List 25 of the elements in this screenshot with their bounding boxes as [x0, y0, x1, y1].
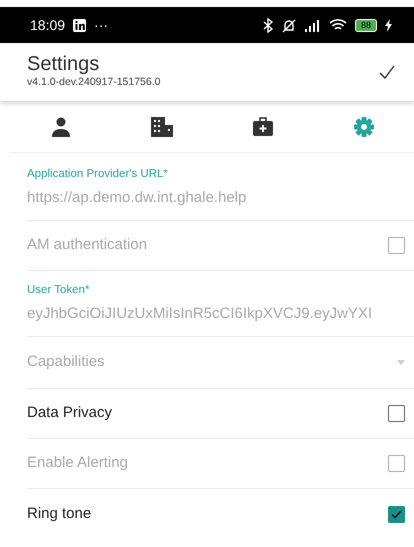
caret-icon: [397, 360, 405, 365]
gear-icon: [354, 116, 374, 136]
check-icon: [379, 64, 395, 79]
muted-icon: [280, 18, 297, 32]
battery-indicator: 88: [354, 18, 377, 32]
medkit-icon: [252, 117, 272, 136]
charging-icon: [385, 18, 392, 32]
bluetooth-icon: [262, 18, 273, 32]
check-icon: [391, 510, 402, 518]
setting-label: Data Privacy: [27, 403, 112, 424]
checkbox[interactable]: [388, 405, 405, 422]
person-icon: [50, 116, 70, 136]
page-title: Settings: [27, 53, 100, 76]
version-text: v4.1.0-dev.240917-151756.0: [27, 75, 160, 90]
status-time: 18:09: [30, 16, 66, 34]
checkbox[interactable]: [388, 506, 405, 522]
field-label: User Token*: [27, 282, 90, 298]
building-icon: [150, 116, 172, 136]
signal-icon: [304, 18, 321, 32]
more-notifications: ···: [94, 16, 108, 34]
setting-label: AM authentication: [27, 235, 148, 256]
setting-label: Enable Alerting: [27, 453, 128, 474]
wifi-icon: [328, 18, 347, 32]
setting-label: Ring tone: [27, 504, 92, 524]
field-label: Application Provider's URL*: [27, 166, 169, 182]
